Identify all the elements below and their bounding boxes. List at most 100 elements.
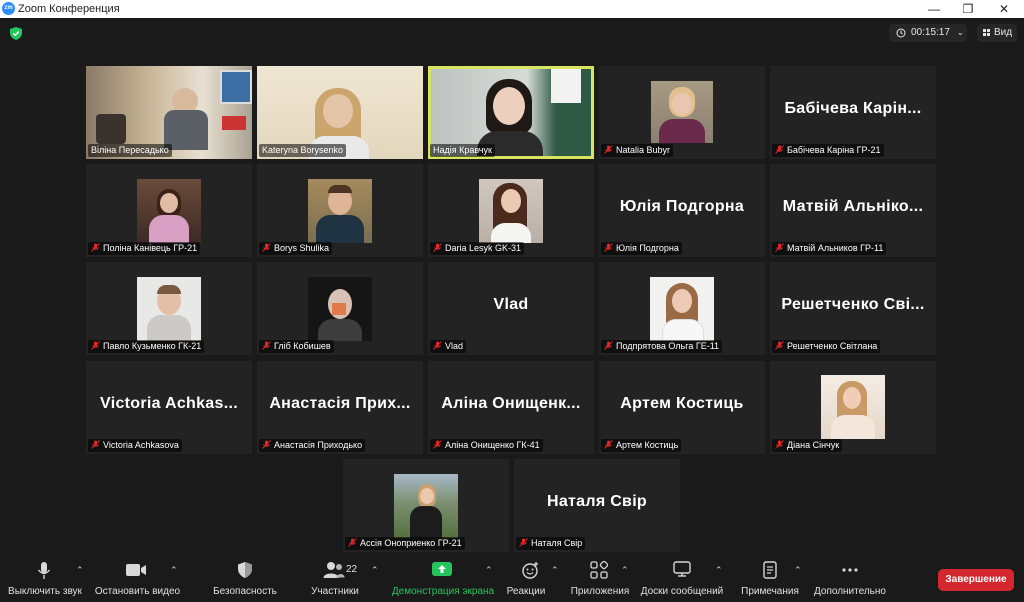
clock-icon	[896, 24, 906, 49]
participant-tile[interactable]: Наталя Свір Наталя Свір	[514, 459, 680, 552]
participant-name: Ассія Оноприенко ГР-21	[345, 537, 465, 550]
chevron-down-icon: ⌄	[957, 28, 964, 37]
chevron-up-icon[interactable]: ⌃	[170, 565, 178, 576]
meeting-toolbar: ⌃ Выключить звук ⌃ Остановить видео Безо…	[0, 553, 1024, 602]
notes-button[interactable]: ⌃ Примечания	[730, 553, 810, 602]
share-screen-button[interactable]: ⌃ Демонстрация экрана	[388, 553, 498, 602]
chevron-up-icon[interactable]: ⌃	[551, 565, 559, 576]
mic-muted-icon	[262, 440, 271, 449]
participant-name: Наталя Свір	[516, 537, 586, 550]
mic-muted-icon	[262, 243, 271, 252]
participant-name: Анастасія Приходько	[259, 439, 366, 452]
participant-tile[interactable]: Подпрятова Ольга ГЕ-11	[599, 262, 765, 355]
security-button[interactable]: Безопасность	[205, 553, 285, 602]
participant-name: Borys Shulika	[259, 242, 333, 255]
end-meeting-button[interactable]: Завершение	[938, 569, 1014, 591]
participant-display-name: Матвій Альніко...	[782, 198, 924, 215]
participants-label: Участники	[311, 586, 359, 597]
whiteboard-icon	[673, 561, 691, 582]
mic-muted-icon	[775, 243, 784, 252]
participant-display-name: Victoria Achkas...	[100, 395, 238, 412]
more-label: Дополнительно	[814, 586, 886, 597]
chevron-up-icon[interactable]: ⌃	[371, 565, 379, 576]
mic-muted-icon	[775, 440, 784, 449]
mic-muted-icon	[433, 440, 442, 449]
mute-button[interactable]: ⌃ Выключить звук	[0, 553, 90, 602]
participant-tile[interactable]: Віліна Пересадько	[86, 66, 252, 159]
chevron-up-icon[interactable]: ⌃	[485, 565, 493, 576]
participant-name: Бабічева Каріна ГР-21	[772, 144, 884, 157]
participant-tile[interactable]: Юлія Подгорна Юлія Подгорна	[599, 164, 765, 257]
participant-name: Kateryna Borysenko	[259, 144, 347, 157]
mic-muted-icon	[604, 341, 613, 350]
mic-muted-icon	[519, 538, 528, 547]
participant-tile[interactable]: Аліна Онищенк... Аліна Онищенко ГК-41	[428, 361, 594, 454]
participants-count: 22	[346, 564, 358, 575]
participant-name: Natalia Bubyr	[601, 144, 674, 157]
participant-tile[interactable]: Гліб Кобишев	[257, 262, 423, 355]
participant-tile[interactable]: Діана Сінчук	[770, 361, 936, 454]
participant-name: Решетченко Світлана	[772, 340, 881, 353]
participants-button[interactable]: 22 ⌃ Участники	[300, 553, 390, 602]
participant-name: Юлія Подгорна	[601, 242, 682, 255]
meeting-top-strip: 00:15:17 ⌄ Вид	[0, 18, 1024, 48]
participant-tile[interactable]: Ассія Оноприенко ГР-21	[343, 459, 509, 552]
view-button[interactable]: Вид	[977, 24, 1017, 42]
participant-tile[interactable]: Natalia Bubyr	[599, 66, 765, 159]
participant-name: Павло Кузьменко ГК-21	[88, 340, 205, 353]
whiteboards-button[interactable]: ⌃ Доски сообщений	[638, 553, 726, 602]
participant-tile[interactable]: Vlad Vlad	[428, 262, 594, 355]
shield-check-icon[interactable]	[10, 27, 22, 45]
mic-muted-icon	[91, 440, 100, 449]
participant-name: Подпрятова Ольга ГЕ-11	[601, 340, 723, 353]
mic-muted-icon	[91, 243, 100, 252]
shield-icon	[237, 561, 253, 584]
reactions-button[interactable]: ⌃ Реакции	[505, 553, 565, 602]
apps-button[interactable]: ⌃ Приложения	[565, 553, 635, 602]
participant-video	[821, 375, 885, 439]
stop-video-button[interactable]: ⌃ Остановить видео	[90, 553, 185, 602]
participant-tile[interactable]: Borys Shulika	[257, 164, 423, 257]
view-label: Вид	[994, 27, 1013, 38]
notes-label: Примечания	[741, 586, 799, 597]
participant-name: Поліна Канівець ГР-21	[88, 242, 201, 255]
participant-tile[interactable]: Анастасія Прих... Анастасія Приходько	[257, 361, 423, 454]
participant-tile[interactable]: Поліна Канівець ГР-21	[86, 164, 252, 257]
meeting-timer[interactable]: 00:15:17 ⌄	[889, 24, 967, 42]
participant-video	[137, 179, 201, 243]
participant-name: Віліна Пересадько	[88, 144, 172, 157]
participant-tile[interactable]: Бабічева Карін... Бабічева Каріна ГР-21	[770, 66, 936, 159]
share-screen-icon	[432, 561, 452, 582]
participant-video	[431, 69, 591, 156]
restore-button[interactable]: ❐	[950, 0, 986, 18]
mute-label: Выключить звук	[8, 586, 82, 597]
mic-muted-icon	[775, 145, 784, 154]
mic-muted-icon	[604, 243, 613, 252]
participant-tile[interactable]: Артем Костиць Артем Костиць	[599, 361, 765, 454]
participant-name: Аліна Онищенко ГК-41	[430, 439, 543, 452]
minimize-button[interactable]: —	[916, 0, 952, 18]
mic-muted-icon	[604, 145, 613, 154]
participant-video	[479, 179, 543, 243]
chevron-up-icon[interactable]: ⌃	[76, 565, 84, 576]
participant-tile-active-speaker[interactable]: Надія Кравчук	[428, 66, 594, 159]
participant-video	[650, 277, 714, 341]
chevron-up-icon[interactable]: ⌃	[715, 565, 723, 576]
mic-muted-icon	[433, 243, 442, 252]
participant-tile[interactable]: Матвій Альніко... Матвій Альников ГР-11	[770, 164, 936, 257]
participant-tile[interactable]: Daria Lesyk GK-31	[428, 164, 594, 257]
participant-tile[interactable]: Kateryna Borysenko	[257, 66, 423, 159]
close-button[interactable]: ✕	[986, 0, 1022, 18]
chevron-up-icon[interactable]: ⌃	[621, 565, 629, 576]
mic-muted-icon	[775, 341, 784, 350]
participant-name: Надія Кравчук	[430, 144, 495, 157]
participant-display-name: Анастасія Прих...	[269, 395, 411, 412]
participant-video	[308, 179, 372, 243]
more-button[interactable]: Дополнительно	[810, 553, 890, 602]
chevron-up-icon[interactable]: ⌃	[794, 565, 802, 576]
participant-tile[interactable]: Решетченко Сві... Решетченко Світлана	[770, 262, 936, 355]
grid-icon	[982, 24, 992, 49]
participant-video	[651, 81, 713, 143]
participant-tile[interactable]: Victoria Achkas... Victoria Achkasova	[86, 361, 252, 454]
participant-tile[interactable]: Павло Кузьменко ГК-21	[86, 262, 252, 355]
